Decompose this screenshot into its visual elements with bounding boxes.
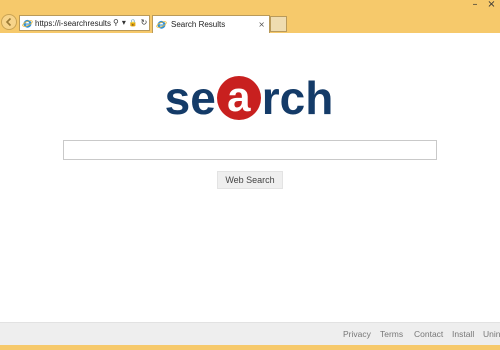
refresh-icon[interactable]: ↻ [141, 19, 148, 27]
footer-link-contact[interactable]: Contact [414, 329, 443, 339]
address-bar[interactable]: https://i-searchresults... ⚲ ▾ 🔒 ↻ [19, 15, 150, 31]
arrow-left-icon [5, 17, 12, 27]
footer-link-install[interactable]: Install [452, 329, 474, 339]
window-controls: – × [467, 0, 500, 12]
tab-search-results[interactable]: Search Results × [152, 15, 270, 33]
window-bottom-border [0, 345, 500, 350]
search-input[interactable] [63, 140, 437, 160]
new-tab-button[interactable] [270, 16, 287, 32]
url-text[interactable]: https://i-searchresults... [35, 19, 111, 28]
ie-favicon-icon [22, 19, 33, 28]
lock-icon[interactable]: 🔒 [129, 19, 138, 27]
minimize-button[interactable]: – [467, 0, 483, 12]
footer: Privacy Terms Contact Install Unin [0, 322, 500, 345]
logo-text-right: rch [261, 72, 334, 124]
search-logo: se a rch [151, 73, 347, 123]
address-tools: ⚲ ▾ 🔒 ↻ [113, 19, 148, 28]
ie-favicon-icon [156, 20, 167, 29]
footer-link-uninstall[interactable]: Unin [483, 329, 500, 339]
search-icon[interactable]: ⚲ [113, 19, 119, 27]
logo-text-left: se [164, 72, 216, 124]
logo-accent: a [216, 73, 261, 120]
footer-link-privacy[interactable]: Privacy [343, 329, 371, 339]
dropdown-icon[interactable]: ▾ [122, 19, 126, 27]
page-content: se a rch Web Search [0, 33, 500, 322]
back-button[interactable] [1, 14, 17, 30]
browser-chrome: – × https://i-searchresults... ⚲ ▾ 🔒 ↻ S… [0, 0, 500, 33]
web-search-button[interactable]: Web Search [217, 171, 283, 189]
tab-title: Search Results [171, 20, 226, 29]
close-window-button[interactable]: × [483, 0, 500, 12]
logo-text-middle: a [227, 73, 251, 120]
footer-link-terms[interactable]: Terms [380, 329, 403, 339]
tab-close-icon[interactable]: × [258, 20, 265, 29]
